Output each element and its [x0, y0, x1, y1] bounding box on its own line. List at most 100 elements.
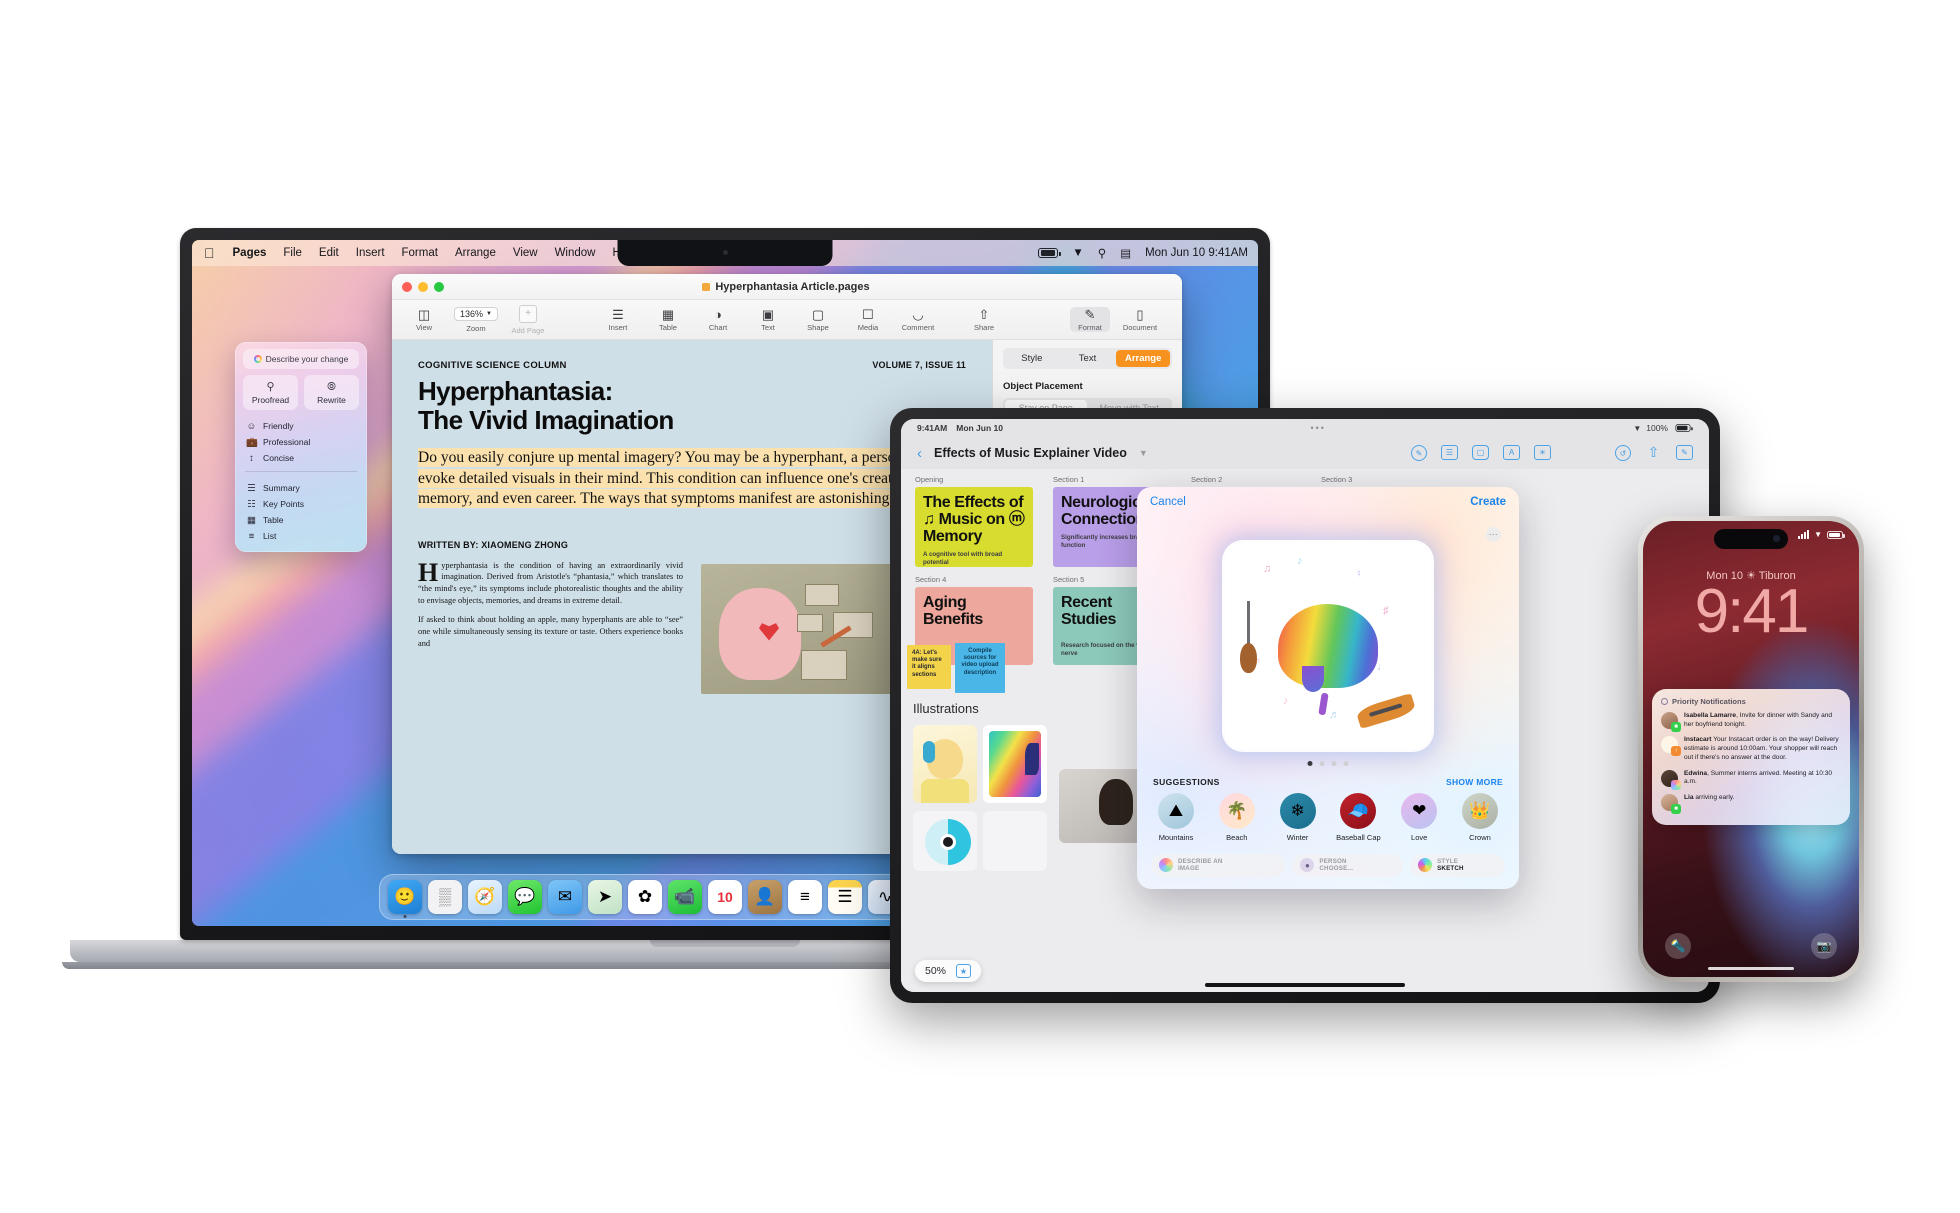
- dock-item-safari[interactable]: 🧭: [468, 880, 502, 914]
- maximize-button[interactable]: [434, 281, 444, 292]
- battery-icon[interactable]: [1038, 248, 1061, 258]
- writing-tool-list[interactable]: ≡ List: [243, 528, 359, 544]
- chevron-down-icon[interactable]: ▼: [1139, 448, 1148, 458]
- dock-item-mail[interactable]: ✉: [548, 880, 582, 914]
- pages-title-bar[interactable]: Hyperphantasia Article.pages: [392, 274, 1182, 300]
- describe-change-field[interactable]: Describe your change: [243, 349, 359, 369]
- writing-tool-key-points[interactable]: ☷ Key Points: [243, 496, 359, 512]
- article-lede[interactable]: Do you easily conjure up mental imagery?…: [418, 448, 960, 509]
- more-dots-icon[interactable]: ⋯: [1486, 527, 1501, 542]
- pages-toolbar[interactable]: ◫ View 136% ▼ Zoom + Add Page ☰ Insert ▦…: [392, 300, 1182, 340]
- text-box-icon[interactable]: A: [1503, 445, 1520, 460]
- illustration-tile-2[interactable]: [983, 725, 1047, 803]
- dock-item-photos[interactable]: ✿: [628, 880, 662, 914]
- notification-row[interactable]: Edwina, Summer interns arrived. Meeting …: [1661, 769, 1841, 790]
- sticky-note-compile[interactable]: Compile sources for video upload descrip…: [955, 643, 1005, 693]
- menu-clock[interactable]: Mon Jun 10 9:41AM: [1145, 247, 1248, 259]
- toolbar-shape[interactable]: ▢ Shape: [798, 307, 838, 332]
- image-playground-sheet[interactable]: Cancel Create ⋯ ♫ ♪ ♮ ♯ ♩ ♪ ♬ ♭ SUGGESTI…: [1137, 487, 1519, 889]
- suggestion-mountains[interactable]: ⛰ Mountains: [1151, 793, 1201, 842]
- lock-screen-controls[interactable]: 🔦 📷: [1643, 933, 1859, 959]
- writing-tool-friendly[interactable]: ☺ Friendly: [243, 418, 359, 434]
- writing-tool-professional[interactable]: 💼 Professional: [243, 434, 359, 450]
- freeform-nav-bar[interactable]: ‹ Effects of Music Explainer Video ▼ ✎ ☰…: [901, 437, 1709, 469]
- playground-fields[interactable]: DESCRIBE AN IMAGE ● PERSON CHOOSE... STYLE…: [1151, 853, 1505, 877]
- writing-tool-summary[interactable]: ☰ Summary: [243, 480, 359, 496]
- show-more-button[interactable]: SHOW MORE: [1446, 777, 1503, 787]
- illustration-tile-4[interactable]: [983, 811, 1047, 871]
- apple-logo-icon[interactable]: : [204, 246, 215, 260]
- describe-image-field[interactable]: DESCRIBE AN IMAGE: [1151, 853, 1286, 877]
- notification-row[interactable]: ■ Lia arriving early.: [1661, 793, 1841, 814]
- toolbar-format[interactable]: ✎ Format: [1070, 307, 1110, 332]
- menu-item-insert[interactable]: Insert: [356, 247, 385, 259]
- back-chevron-icon[interactable]: ‹: [917, 445, 922, 462]
- iphone-lock-screen[interactable]: ▼ Mon 10 ☀ Tiburon 9:41 Priority Notific…: [1643, 521, 1859, 977]
- board-title[interactable]: Effects of Music Explainer Video: [934, 446, 1127, 460]
- ipad-home-indicator[interactable]: [1205, 983, 1405, 987]
- dock-item-finder[interactable]: 🙂: [388, 880, 422, 914]
- menu-item-format[interactable]: Format: [402, 247, 438, 259]
- writing-tools-tone-list[interactable]: ☺ Friendly 💼 Professional ↕ Concise: [243, 418, 359, 466]
- toolbar-zoom[interactable]: 136% ▼ Zoom: [454, 306, 498, 333]
- zoom-select[interactable]: 136% ▼: [454, 306, 498, 321]
- toolbar-chart[interactable]: ◑ Chart: [698, 307, 738, 332]
- board-card-opening[interactable]: The Effects of ♫ Music on ⓜ Memory A cog…: [915, 487, 1033, 567]
- dock-item-notes[interactable]: ☰: [828, 880, 862, 914]
- tab-text[interactable]: Text: [1061, 350, 1115, 367]
- minimize-button[interactable]: [418, 281, 428, 292]
- menu-item-pages[interactable]: Pages: [233, 247, 267, 259]
- dock-item-maps[interactable]: ➤: [588, 880, 622, 914]
- flashlight-button[interactable]: 🔦: [1665, 933, 1691, 959]
- rewrite-button[interactable]: ⦾ Rewrite: [304, 375, 359, 410]
- share-icon[interactable]: ⇧: [1645, 444, 1662, 460]
- sticky-note-4a[interactable]: 4A: Let's make sure it aligns sections: [907, 645, 951, 689]
- media-icon[interactable]: ☀: [1534, 445, 1551, 460]
- wifi-icon[interactable]: ▼: [1072, 247, 1083, 259]
- writing-tool-table[interactable]: ▦ Table: [243, 512, 359, 528]
- iphone-home-indicator[interactable]: [1708, 966, 1794, 970]
- freeform-tools[interactable]: ✎ ☰ ▢ A ☀ ↺ ⇧ ✎: [1160, 444, 1693, 461]
- toolbar-media[interactable]: ☐ Media: [848, 307, 888, 332]
- menu-item-arrange[interactable]: Arrange: [455, 247, 496, 259]
- toolbar-text[interactable]: ▣ Text: [748, 307, 788, 332]
- writing-tool-concise[interactable]: ↕ Concise: [243, 450, 359, 466]
- close-button[interactable]: [402, 281, 412, 292]
- dock-item-messages[interactable]: 💬: [508, 880, 542, 914]
- notification-row[interactable]: ↑ Instacart Your Instacart order is on th…: [1661, 736, 1841, 762]
- tab-arrange[interactable]: Arrange: [1116, 350, 1171, 367]
- suggestion-love[interactable]: ❤ Love: [1394, 793, 1444, 842]
- create-button[interactable]: Create: [1470, 496, 1506, 508]
- compose-icon[interactable]: ✎: [1676, 445, 1693, 460]
- person-choose-field[interactable]: ● PERSON CHOOSE...: [1292, 853, 1404, 877]
- board-zoom-control[interactable]: 50% ★: [915, 960, 982, 982]
- illustration-tile-3[interactable]: [913, 811, 977, 871]
- camera-button[interactable]: 📷: [1811, 933, 1837, 959]
- star-icon[interactable]: ★: [956, 964, 972, 978]
- dock-item-calendar[interactable]: 10: [708, 880, 742, 914]
- toolbar-insert[interactable]: ☰ Insert: [598, 307, 638, 332]
- toolbar-table[interactable]: ▦ Table: [648, 307, 688, 332]
- format-tabs[interactable]: Style Text Arrange: [1003, 348, 1172, 369]
- shape-icon[interactable]: ▢: [1472, 445, 1489, 460]
- menu-item-file[interactable]: File: [283, 247, 302, 259]
- writing-tools-format-list[interactable]: ☰ Summary ☷ Key Points ▦ Table ≡ List: [243, 480, 359, 544]
- search-icon[interactable]: ⚲: [1098, 246, 1106, 260]
- cancel-button[interactable]: Cancel: [1150, 496, 1186, 508]
- suggestion-crown[interactable]: 👑 Crown: [1455, 793, 1505, 842]
- toolbar-share[interactable]: ⇧ Share: [964, 307, 1004, 332]
- toolbar-view[interactable]: ◫ View: [404, 307, 444, 332]
- style-field[interactable]: STYLE SKETCH: [1410, 853, 1505, 877]
- suggestion-beach[interactable]: 🌴 Beach: [1212, 793, 1262, 842]
- notification-row[interactable]: ■ Isabella Lamarre, Invite for dinner wit…: [1661, 712, 1841, 732]
- menu-item-view[interactable]: View: [513, 247, 538, 259]
- priority-notifications-stack[interactable]: Priority Notifications ■ Isabella Lamarre…: [1652, 689, 1850, 825]
- tab-style[interactable]: Style: [1005, 350, 1059, 367]
- markup-icon[interactable]: ✎: [1411, 445, 1427, 461]
- toolbar-document[interactable]: ▯ Document: [1120, 307, 1160, 332]
- toolbar-add-page[interactable]: + Add Page: [508, 304, 548, 335]
- multitasking-dots-icon[interactable]: •••: [1310, 423, 1325, 433]
- control-center-icon[interactable]: ▤: [1120, 246, 1131, 260]
- dock-item-reminders[interactable]: ≡: [788, 880, 822, 914]
- illustration-tile-1[interactable]: [913, 725, 977, 803]
